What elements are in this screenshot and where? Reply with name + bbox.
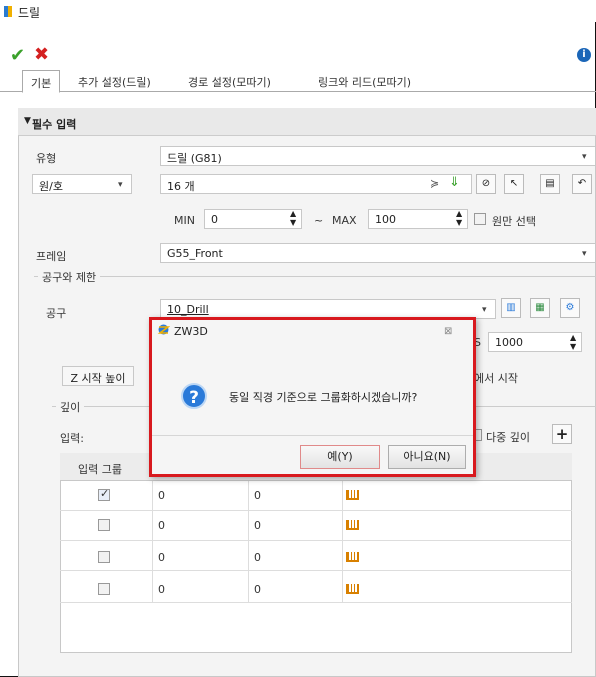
speed-input[interactable]: 1000 (488, 332, 582, 352)
spinner-icon[interactable]: ▲ ▼ (290, 209, 296, 227)
double-chevron-icon[interactable]: ≽ (430, 177, 439, 190)
table-cell: 0 (158, 551, 165, 564)
zw3d-logo-icon (157, 323, 171, 336)
tab-basic[interactable]: 기본 (22, 70, 61, 93)
max-value: 100 (375, 213, 396, 226)
full-circle-checkbox[interactable] (474, 213, 486, 225)
no-entry-icon[interactable]: ⊘ (476, 174, 496, 194)
app-icon (4, 6, 12, 17)
title-bar (0, 0, 596, 22)
min-label: MIN (174, 214, 195, 227)
column-divider (248, 481, 249, 603)
info-icon[interactable]: i (577, 48, 591, 62)
column-divider (342, 481, 343, 603)
row-checkbox[interactable] (98, 551, 110, 563)
check-icon[interactable]: ✔ (10, 47, 25, 65)
full-circle-label: 원만 선택 (492, 215, 536, 228)
section-title: 필수 입력 (32, 118, 77, 131)
tool-group-border (34, 276, 596, 277)
frame-label: 프레임 (36, 250, 67, 263)
min-value: 0 (211, 213, 218, 226)
row-checkbox[interactable] (98, 519, 110, 531)
ruler-icon[interactable] (346, 490, 359, 500)
spinner-icon[interactable]: ▲ ▼ (456, 209, 462, 227)
table-row[interactable] (60, 481, 572, 511)
close-icon[interactable]: ✖ (34, 46, 49, 64)
tool-value: 10_Drill (167, 303, 209, 316)
section-header[interactable] (18, 108, 596, 136)
table-cell: 0 (254, 583, 261, 596)
frame-value: G55_Front (167, 247, 223, 260)
dialog-message: 동일 직경 기준으로 그룹화하시겠습니까? (229, 391, 418, 404)
row-checkbox[interactable] (98, 583, 110, 595)
table-row[interactable] (60, 511, 572, 541)
max-label: MAX (332, 214, 357, 227)
tool-edit-icon[interactable]: ▦ (530, 298, 550, 318)
dialog-title: ZW3D (174, 325, 208, 338)
add-depth-button[interactable]: + (552, 424, 572, 444)
column-divider (152, 481, 153, 603)
tab-path-chamfer[interactable]: 경로 설정(모따기) (188, 74, 271, 90)
hole-count-field[interactable]: 16 개 (160, 174, 472, 194)
tool-group-title: 공구와 제한 (38, 269, 101, 285)
tab-link-lead[interactable]: 링크와 리드(모따기) (318, 74, 411, 90)
question-icon: ? (181, 383, 207, 409)
chevron-down-icon[interactable]: ▾ (118, 180, 123, 190)
dialog-divider (152, 435, 473, 436)
chevron-down-icon[interactable]: ▾ (582, 249, 587, 259)
table-header-group: 입력 그룹 (78, 463, 122, 476)
input-label: 입력: (60, 432, 84, 445)
table-cell: 0 (254, 551, 261, 564)
select-cursor-icon[interactable]: ↖ (504, 174, 524, 194)
tool-holder-icon[interactable]: ⚙ (560, 298, 580, 318)
type-value: 드릴 (G81) (167, 152, 222, 165)
table-cell: 0 (158, 519, 165, 532)
collapse-arrow-icon[interactable]: ▼ (24, 116, 31, 126)
row-checkbox[interactable] (98, 487, 110, 501)
chevron-down-icon[interactable]: ▾ (582, 152, 587, 162)
hole-type-select[interactable]: 원/호 (32, 174, 132, 194)
type-label: 유형 (36, 152, 57, 165)
hole-count-value: 16 개 (167, 180, 195, 193)
range-tilde: ~ (314, 214, 324, 227)
tool-label: 공구 (46, 307, 67, 320)
tool-library-icon[interactable]: ▥ (501, 298, 521, 318)
table-cell: 0 (254, 519, 261, 532)
frame-combo[interactable]: G55_Front (160, 243, 596, 263)
multi-depth-label: 다중 깊이 (486, 431, 530, 444)
hole-type-value: 원/호 (39, 180, 63, 193)
ruler-icon[interactable] (346, 552, 359, 562)
table-row[interactable] (60, 541, 572, 571)
type-combo[interactable]: 드릴 (G81) (160, 146, 596, 166)
min-input[interactable]: 0 (204, 209, 302, 229)
max-input[interactable]: 100 (368, 209, 468, 229)
window-title: 드릴 (18, 6, 41, 20)
table-cell: 0 (158, 489, 165, 502)
spinner-icon[interactable]: ▲ ▼ (570, 333, 576, 351)
table-cell: 0 (254, 489, 261, 502)
list-select-icon[interactable]: ▤ (540, 174, 560, 194)
no-button[interactable]: 아니요(N) (388, 445, 466, 469)
start-from-text: 에서 시작 (474, 372, 518, 385)
yes-button[interactable]: 예(Y) (300, 445, 380, 469)
pick-arrow-icon[interactable]: ⇓ (449, 175, 460, 190)
undo-icon[interactable]: ↶ (572, 174, 592, 194)
dialog-close-icon[interactable]: ⊠ (444, 326, 452, 337)
chevron-down-icon[interactable]: ▾ (482, 305, 487, 315)
z-start-button[interactable]: Z 시작 높이 (62, 366, 134, 386)
ruler-icon[interactable] (346, 584, 359, 594)
depth-group-title: 깊이 (56, 399, 85, 415)
table-cell: 0 (158, 583, 165, 596)
table-row[interactable] (60, 573, 572, 603)
tool-combo[interactable]: 10_Drill (160, 299, 496, 319)
tab-extra-drill[interactable]: 추가 설정(드릴) (78, 74, 151, 90)
ruler-icon[interactable] (346, 520, 359, 530)
speed-value: 1000 (495, 336, 523, 349)
